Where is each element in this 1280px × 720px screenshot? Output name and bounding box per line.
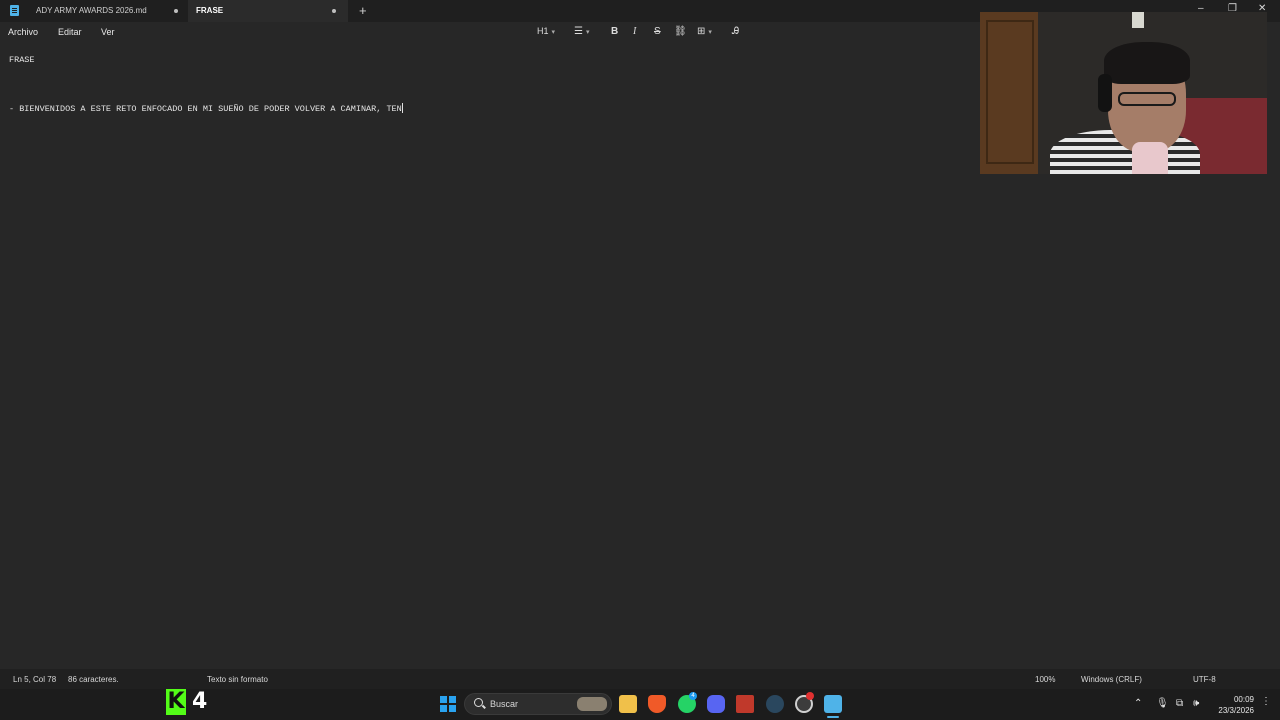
folder-icon[interactable] (619, 695, 637, 713)
bold-button[interactable]: B (611, 26, 618, 37)
webcam-overlay (980, 12, 1267, 174)
voicemeeter-icon[interactable] (736, 695, 754, 713)
kick-viewer-count: 4 (192, 689, 208, 714)
microphone-icon[interactable]: 🎙 (1156, 698, 1169, 709)
system-clock[interactable]: 00:09 23/3/2026 (1210, 694, 1254, 716)
webcam-glasses (1118, 92, 1176, 106)
kick-logo-icon: K (166, 689, 186, 715)
heading-dropdown[interactable]: H1 ▾ (537, 26, 555, 36)
notifications-icon[interactable]: ⋮ (1261, 696, 1271, 707)
menu-editar[interactable]: Editar (58, 27, 82, 37)
chevron-down-icon: ▾ (708, 29, 712, 36)
status-bar: Ln 5, Col 78 86 caracteres. Texto sin fo… (0, 669, 1280, 689)
unsaved-dot-icon[interactable] (332, 9, 336, 13)
webcam-microphone (1132, 142, 1168, 174)
format-selector[interactable]: Texto sin formato (207, 675, 268, 684)
cursor-position: Ln 5, Col 78 (13, 675, 57, 684)
table-icon: ⊞ (697, 26, 706, 37)
notepad-app-icon (10, 5, 19, 16)
document-line: FRASE (9, 55, 35, 65)
search-icon (474, 698, 483, 707)
heading-label: H1 (537, 26, 549, 36)
tab-frase[interactable]: FRASE (188, 0, 348, 22)
tab-label: FRASE (196, 6, 224, 15)
obs-recording-dot (806, 692, 814, 700)
tab-label: ADY ARMY AWARDS 2026.md (36, 6, 147, 15)
italic-button[interactable]: I (633, 26, 636, 37)
text-caret (401, 103, 403, 113)
line-ending-selector[interactable]: Windows (CRLF) (1081, 675, 1142, 684)
menu-ver[interactable]: Ver (101, 27, 115, 37)
list-dropdown[interactable]: ☰ ▾ (574, 26, 589, 37)
search-highlight-icon (577, 697, 607, 711)
brave-icon[interactable] (648, 695, 666, 713)
document-line-current: - BIENVENIDOS A ESTE RETO ENFOCADO EN MI… (9, 103, 403, 114)
notepad-icon[interactable] (824, 695, 842, 713)
search-placeholder: Buscar (490, 699, 519, 709)
taskbar-search[interactable]: Buscar (464, 693, 612, 715)
character-count: 86 caracteres. (68, 675, 119, 684)
document-line-text: - BIENVENIDOS A ESTE RETO ENFOCADO EN MI… (9, 104, 402, 114)
chevron-down-icon: ▾ (551, 29, 556, 36)
start-icon[interactable] (440, 696, 456, 712)
clear-formatting-icon[interactable]: Ꭿ (732, 26, 739, 37)
network-icon[interactable]: ⧉ (1176, 698, 1183, 709)
webcam-wardrobe (980, 12, 1038, 174)
clock-time: 00:09 (1233, 695, 1254, 704)
chevron-up-icon[interactable]: ⌃ (1134, 698, 1142, 709)
chevron-down-icon: ▾ (585, 29, 590, 36)
encoding-selector[interactable]: UTF-8 (1193, 675, 1216, 684)
volume-icon[interactable]: 🕪 (1193, 698, 1199, 709)
strikethrough-button[interactable]: S (654, 26, 661, 37)
steam-icon[interactable] (766, 695, 784, 713)
kick-overlay: K4 (166, 689, 207, 715)
webcam-headset (1098, 74, 1112, 112)
menu-archivo[interactable]: Archivo (8, 27, 38, 37)
clock-date: 23/3/2026 (1218, 706, 1254, 715)
table-dropdown[interactable]: ⊞ ▾ (697, 26, 712, 37)
discord-icon[interactable] (707, 695, 725, 713)
active-app-indicator (827, 716, 839, 718)
whatsapp-badge: 4 (689, 692, 697, 700)
webcam-person-hair (1104, 42, 1190, 84)
list-icon: ☰ (574, 26, 583, 37)
webcam-light (1132, 12, 1144, 28)
zoom-level[interactable]: 100% (1035, 675, 1055, 684)
link-icon[interactable]: ⛓ (674, 26, 687, 37)
new-tab-button[interactable]: + (359, 3, 367, 18)
tab-ady-army-awards[interactable]: ADY ARMY AWARDS 2026.md (28, 0, 186, 22)
unsaved-dot-icon[interactable] (174, 9, 178, 13)
